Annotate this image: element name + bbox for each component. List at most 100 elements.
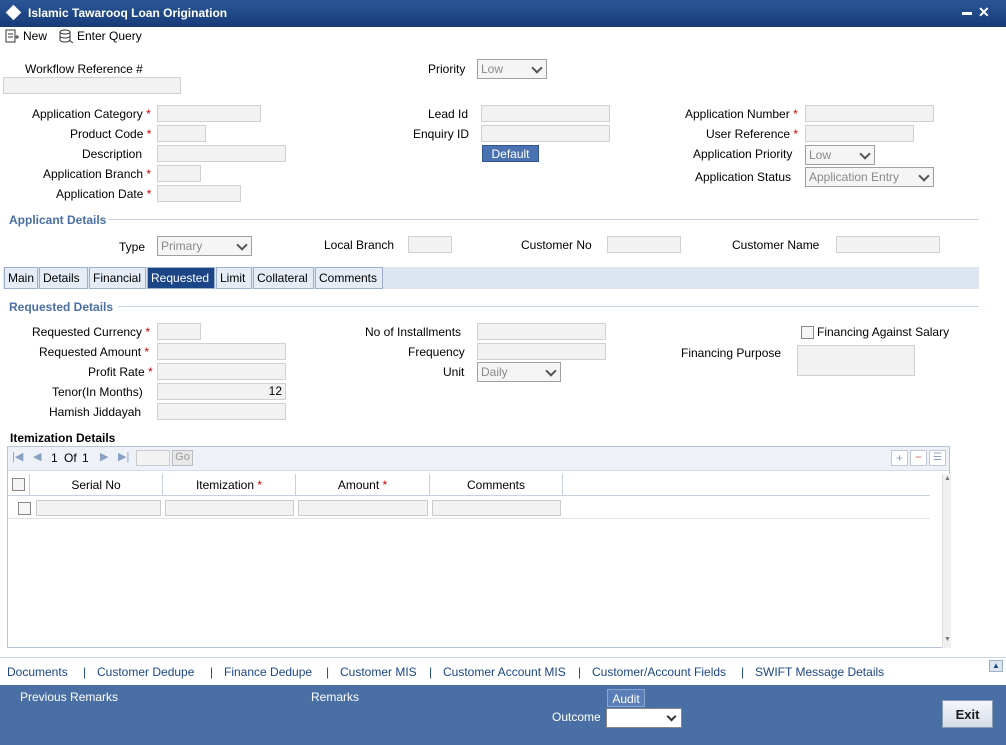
product-code-label: Product Code * (70, 127, 152, 141)
financing-salary-checkbox[interactable] (801, 326, 814, 339)
chevron-down-icon (236, 239, 248, 251)
requested-currency-label: Requested Currency * (32, 325, 151, 339)
customer-dedupe-link[interactable]: Customer Dedupe (97, 665, 194, 679)
add-row-icon[interactable]: + (891, 450, 908, 466)
app-number-label: Application Number * (685, 107, 798, 121)
app-priority-label: Application Priority (693, 147, 793, 161)
tab-main[interactable]: Main (4, 267, 38, 289)
scroll-down-icon[interactable]: ▼ (944, 636, 951, 643)
applicant-section-title: Applicant Details (9, 213, 107, 227)
chevron-down-icon (666, 711, 677, 722)
exit-button[interactable]: Exit (942, 700, 993, 728)
delete-row-icon[interactable]: − (910, 450, 927, 466)
swift-message-details-link[interactable]: SWIFT Message Details (755, 665, 884, 679)
tenor-input[interactable]: 12 (157, 383, 286, 400)
priority-select[interactable]: Low (477, 59, 547, 79)
app-branch-input[interactable] (157, 165, 201, 182)
itemization-input[interactable] (165, 500, 294, 516)
app-status-label: Application Status (695, 170, 792, 184)
outcome-select[interactable] (606, 708, 682, 728)
go-button[interactable]: Go (172, 450, 193, 466)
itemization-grid: |◀ ◀ 1 Of 1 ▶ ▶| Go + − ☰ Serial No Item… (7, 446, 951, 648)
customer-account-fields-link[interactable]: Customer/Account Fields (592, 665, 726, 679)
chevron-down-icon (859, 148, 871, 160)
app-priority-value: Low (809, 148, 832, 162)
next-page-icon[interactable]: ▶ (100, 450, 108, 463)
product-code-input[interactable] (157, 125, 206, 142)
page-number-input[interactable] (136, 450, 170, 466)
last-page-icon[interactable]: ▶| (118, 450, 129, 463)
app-category-input[interactable] (157, 105, 261, 122)
finance-dedupe-link[interactable]: Finance Dedupe (224, 665, 312, 679)
select-all-checkbox[interactable] (12, 478, 25, 491)
customer-account-mis-link[interactable]: Customer Account MIS (443, 665, 566, 679)
documents-link[interactable]: Documents (7, 665, 68, 679)
profit-rate-label: Profit Rate * (88, 365, 153, 379)
workflow-ref-input[interactable] (3, 77, 181, 94)
default-button[interactable]: Default (482, 145, 539, 162)
title-bar: Islamic Tawarooq Loan Origination ✕ (0, 0, 1006, 27)
customer-mis-link[interactable]: Customer MIS (340, 665, 417, 679)
tab-details[interactable]: Details (39, 267, 88, 289)
scroll-up-icon[interactable]: ▲ (944, 475, 951, 482)
tab-comments[interactable]: Comments (315, 267, 383, 289)
vertical-scrollbar[interactable]: ▲ ▼ (942, 474, 951, 648)
tab-financial[interactable]: Financial (89, 267, 146, 289)
amount-input[interactable] (298, 500, 428, 516)
tab-collateral[interactable]: Collateral (253, 267, 314, 289)
frequency-label: Frequency (408, 345, 465, 359)
row-checkbox[interactable] (18, 502, 31, 515)
close-icon[interactable]: ✕ (978, 4, 990, 21)
tab-limit[interactable]: Limit (216, 267, 252, 289)
header-divider (8, 495, 930, 496)
list-view-icon[interactable]: ☰ (929, 450, 946, 466)
installments-input[interactable] (477, 323, 606, 340)
enquiry-id-input[interactable] (481, 125, 610, 142)
unit-select[interactable]: Daily (477, 362, 561, 382)
footer-links-bar: Documents | Customer Dedupe | Finance De… (0, 657, 1006, 685)
collapse-up-icon[interactable]: ▲ (989, 660, 1003, 672)
app-status-select[interactable]: Application Entry (805, 167, 934, 187)
page-of-label: Of (64, 451, 77, 465)
user-ref-label: User Reference * (706, 127, 799, 141)
customer-name-label: Customer Name (732, 238, 820, 252)
audit-button[interactable]: Audit (607, 689, 645, 707)
user-ref-input[interactable] (805, 125, 914, 142)
new-button[interactable]: New (4, 28, 47, 44)
profit-rate-input[interactable] (157, 363, 286, 380)
local-branch-label: Local Branch (324, 238, 395, 252)
separator: | (210, 665, 214, 679)
app-date-input[interactable] (157, 185, 241, 202)
customer-name-input[interactable] (836, 236, 940, 253)
col-comments: Comments (430, 474, 563, 496)
app-date-label: Application Date * (56, 187, 152, 201)
hamish-input[interactable] (157, 403, 286, 420)
app-number-input[interactable] (805, 105, 934, 122)
frequency-input[interactable] (477, 343, 606, 360)
local-branch-input[interactable] (408, 236, 452, 253)
minimize-icon[interactable] (962, 12, 972, 15)
serial-no-input[interactable] (36, 500, 161, 516)
type-select[interactable]: Primary (157, 236, 252, 256)
requested-currency-input[interactable] (157, 323, 201, 340)
new-document-icon (5, 29, 19, 43)
customer-no-input[interactable] (607, 236, 681, 253)
app-diamond-icon (5, 4, 22, 21)
first-page-icon[interactable]: |◀ (12, 450, 23, 463)
itemization-title: Itemization Details (10, 431, 116, 445)
financing-purpose-textarea[interactable] (797, 345, 915, 376)
requested-amount-input[interactable] (157, 343, 286, 360)
toolbar: New Enter Query (0, 27, 1006, 49)
enter-query-button[interactable]: Enter Query (58, 28, 142, 44)
unit-value: Daily (481, 365, 508, 379)
lead-id-input[interactable] (481, 105, 610, 122)
tab-requested[interactable]: Requested (147, 267, 215, 289)
comments-input[interactable] (432, 500, 561, 516)
workflow-ref-label: Workflow Reference # (25, 62, 143, 76)
requested-section-title: Requested Details (9, 300, 114, 314)
table-row (8, 497, 930, 519)
app-priority-select[interactable]: Low (805, 145, 875, 165)
description-input[interactable] (157, 145, 286, 162)
remarks-label: Remarks (311, 690, 360, 704)
prev-page-icon[interactable]: ◀ (33, 450, 41, 463)
